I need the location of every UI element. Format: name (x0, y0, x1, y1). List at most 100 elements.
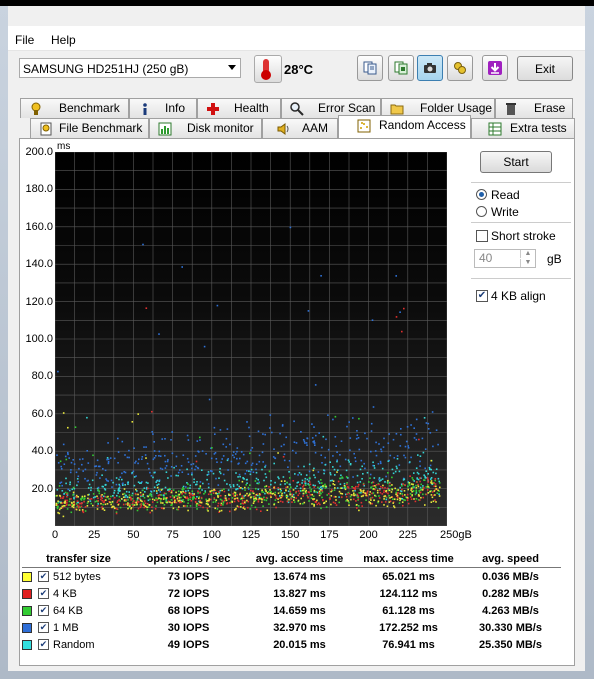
scatter-point (153, 490, 156, 492)
scatter-point (151, 498, 154, 501)
scatter-point (141, 458, 143, 460)
scatter-point (62, 515, 65, 518)
scatter-point (174, 494, 177, 497)
scatter-point (262, 491, 265, 493)
scatter-point (286, 481, 288, 484)
scatter-point (279, 432, 281, 435)
scatter-point (225, 499, 228, 502)
scatter-point (142, 493, 145, 496)
scatter-point (255, 508, 258, 511)
scatter-point (395, 465, 398, 468)
scatter-point (207, 486, 210, 489)
scatter-point (261, 501, 263, 503)
scatter-point (217, 491, 220, 493)
read-radio[interactable] (476, 189, 487, 200)
scatter-point (381, 467, 384, 470)
scatter-point (422, 485, 424, 487)
scatter-point (376, 489, 379, 492)
series-visible-checkbox[interactable]: ✔ (38, 571, 49, 583)
scatter-point (170, 439, 172, 441)
exit-button[interactable]: Exit (517, 56, 573, 81)
tab-disk-monitor[interactable]: Disk monitor (149, 118, 262, 138)
align-4kb-checkbox[interactable]: ✔ (476, 290, 488, 302)
scatter-point (375, 486, 377, 489)
scatter-point (349, 437, 352, 439)
scatter-point (239, 493, 241, 496)
options-button[interactable] (447, 55, 473, 81)
scatter-point (279, 488, 282, 490)
screenshot-button[interactable] (417, 55, 443, 81)
scatter-point (296, 485, 298, 487)
tab-health[interactable]: Health (197, 98, 281, 118)
scatter-point (246, 492, 248, 495)
scatter-point (110, 503, 112, 506)
drive-select[interactable]: SAMSUNG HD251HJ (250 gB) (19, 58, 241, 78)
scatter-point (423, 417, 426, 419)
series-color-swatch (22, 605, 32, 616)
scatter-point (241, 495, 244, 497)
scatter-point (415, 486, 418, 489)
scatter-point (152, 476, 154, 479)
scatter-point (383, 504, 385, 506)
scatter-point (336, 460, 338, 463)
scatter-point (225, 497, 227, 500)
scatter-point (410, 489, 412, 491)
scatter-point (398, 502, 401, 504)
scatter-point (244, 462, 247, 465)
spin-up-icon[interactable]: ▲ (520, 250, 535, 258)
scatter-point (427, 492, 430, 494)
scatter-point (383, 498, 385, 500)
scatter-point (318, 432, 320, 434)
scatter-point (353, 452, 355, 455)
menu-file[interactable]: File (15, 33, 34, 47)
spin-down-icon[interactable]: ▼ (520, 259, 535, 267)
scatter-point (229, 510, 231, 513)
scatter-point (70, 498, 72, 500)
scatter-point (338, 501, 340, 504)
menu-help[interactable]: Help (51, 33, 76, 47)
scatter-point (164, 460, 167, 463)
scatter-point (338, 496, 340, 498)
tab-aam[interactable]: AAM (262, 118, 338, 138)
scatter-point (101, 474, 103, 476)
short-stroke-checkbox[interactable] (476, 230, 488, 242)
scatter-point (80, 498, 82, 500)
scatter-point (316, 499, 318, 502)
start-button[interactable]: Start (480, 151, 552, 173)
scatter-point (301, 479, 304, 482)
scatter-point (281, 492, 283, 495)
tab-erase[interactable]: Erase (495, 98, 573, 118)
scatter-point (189, 496, 192, 498)
scatter-point (157, 483, 160, 486)
scatter-point (150, 495, 153, 498)
tab-file-benchmark[interactable]: File Benchmark (30, 118, 149, 138)
scatter-point (171, 503, 173, 506)
scatter-point (264, 488, 267, 491)
scatter-point (270, 483, 272, 486)
copy-image-button[interactable] (388, 55, 414, 81)
tab-random-access[interactable]: Random Access (338, 115, 471, 138)
scatter-point (429, 464, 432, 467)
series-visible-checkbox[interactable]: ✔ (38, 605, 49, 617)
scatter-point (249, 470, 252, 473)
x-tick-label: 225 (398, 529, 417, 541)
scatter-point (191, 490, 194, 492)
tab-benchmark[interactable]: Benchmark (20, 98, 129, 118)
scatter-point (272, 456, 275, 458)
scatter-point (356, 507, 358, 509)
copy-text-button[interactable] (357, 55, 383, 81)
scatter-point (187, 483, 189, 485)
tab-extra-tests[interactable]: Extra tests (471, 118, 575, 138)
scatter-point (284, 480, 286, 482)
download-button[interactable] (482, 55, 508, 81)
short-stroke-stepper[interactable]: 40 ▲ ▼ (474, 249, 536, 268)
scatter-point (229, 486, 232, 488)
tab-info[interactable]: Info (129, 98, 197, 118)
scatter-point (247, 488, 250, 490)
series-visible-checkbox[interactable]: ✔ (38, 588, 49, 600)
row-avg-cell: 14.659 ms (273, 604, 326, 617)
scatter-point (205, 502, 208, 505)
series-visible-checkbox[interactable]: ✔ (38, 622, 49, 634)
series-visible-checkbox[interactable]: ✔ (38, 639, 49, 651)
write-radio[interactable] (476, 206, 487, 217)
